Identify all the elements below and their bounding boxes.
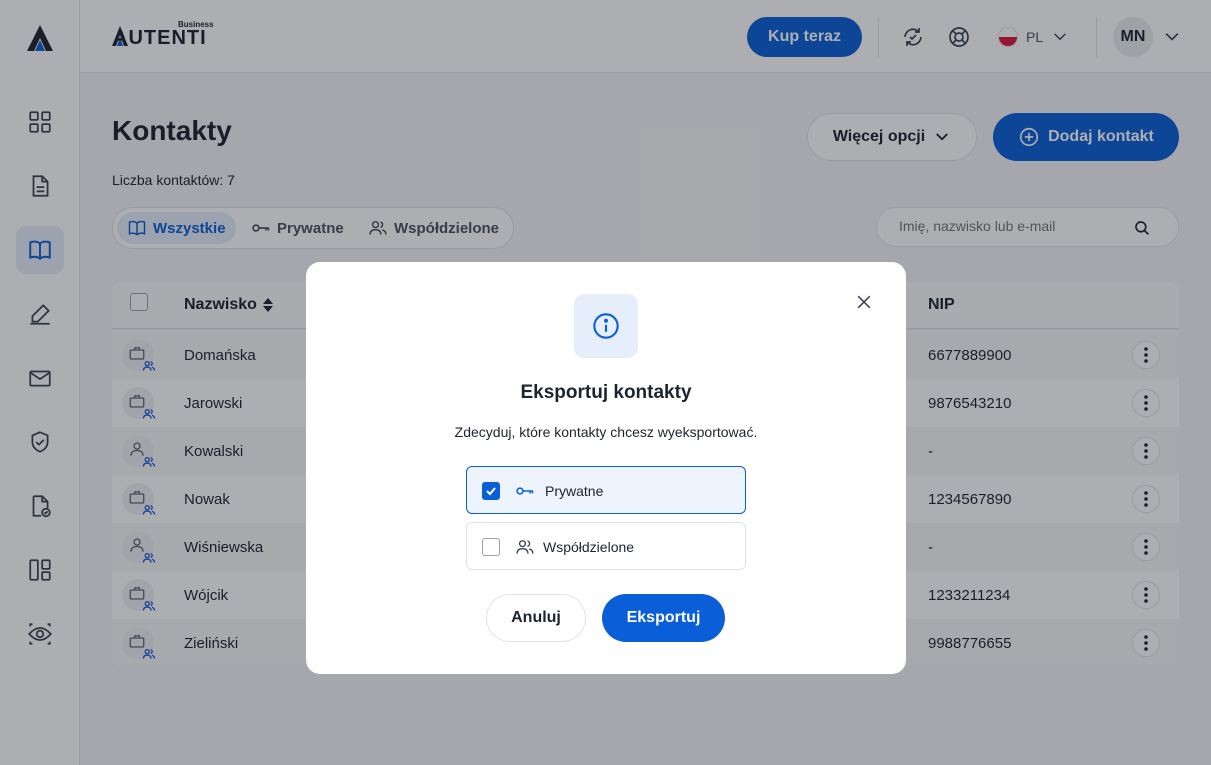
export-contacts-dialog: Eksportuj kontakty Zdecyduj, które konta… bbox=[306, 262, 906, 674]
dialog-title: Eksportuj kontakty bbox=[520, 382, 692, 403]
app: AUTENTI Business Kup teraz PL MN Kontakt… bbox=[0, 0, 1211, 765]
users-icon bbox=[516, 540, 534, 554]
key-icon bbox=[516, 487, 534, 495]
cancel-button[interactable]: Anuluj bbox=[486, 594, 586, 642]
export-option-private[interactable]: Prywatne bbox=[466, 466, 746, 514]
info-badge bbox=[574, 294, 638, 358]
checkmark-icon bbox=[486, 487, 496, 496]
info-icon bbox=[593, 313, 619, 339]
close-icon[interactable] bbox=[854, 292, 874, 312]
export-button[interactable]: Eksportuj bbox=[602, 594, 725, 642]
option-label: Współdzielone bbox=[543, 539, 635, 555]
option-label: Prywatne bbox=[545, 483, 604, 499]
shared-checkbox[interactable] bbox=[482, 538, 500, 556]
dialog-description: Zdecyduj, które kontakty chcesz wyekspor… bbox=[454, 424, 758, 440]
private-checkbox[interactable] bbox=[482, 482, 500, 500]
export-option-shared[interactable]: Współdzielone bbox=[466, 522, 746, 570]
